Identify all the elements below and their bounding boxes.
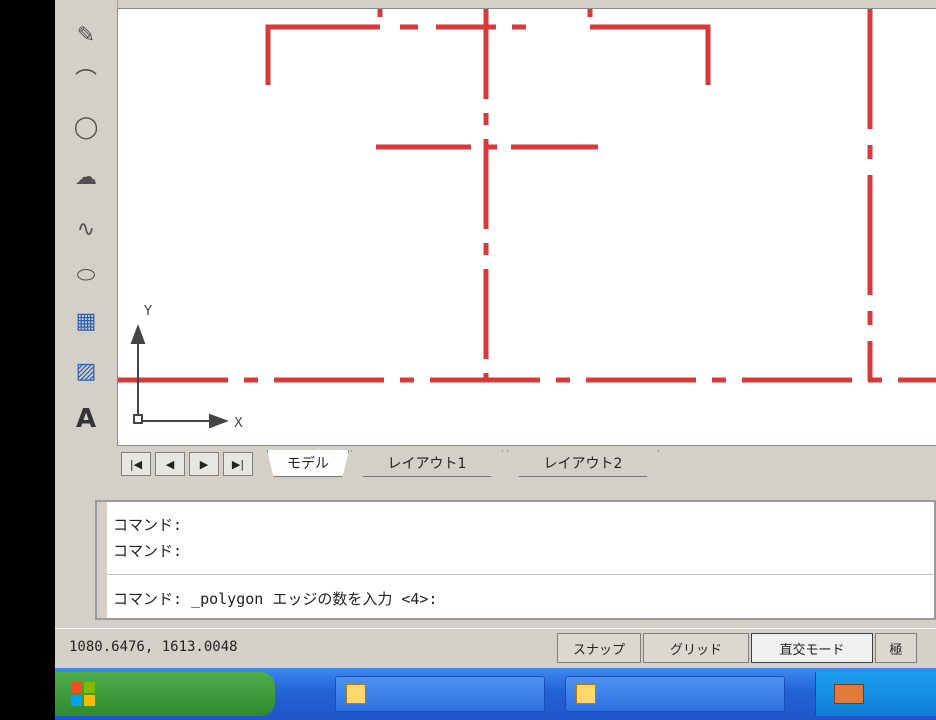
- command-history-line: コマンド:: [113, 516, 183, 534]
- drawing-canvas[interactable]: Y X: [117, 8, 936, 446]
- layout-tab-bar: |◀ ◀ ▶ ▶| モデル レイアウト1 レイアウト2: [117, 446, 936, 482]
- command-window: コマンド: コマンド: コマンド: _polygon エッジの数を入力 <4>:: [95, 500, 936, 620]
- snap-toggle[interactable]: スナップ: [557, 633, 641, 663]
- arc-icon[interactable]: ⌒: [69, 62, 103, 96]
- ucs-y-label: Y: [143, 304, 152, 319]
- taskbar-window-button[interactable]: [565, 676, 785, 712]
- command-history-line: コマンド:: [113, 542, 183, 560]
- command-separator: [107, 574, 934, 575]
- drawing-svg: Y X: [118, 9, 936, 431]
- tab-layout2[interactable]: レイアウト2: [507, 450, 659, 477]
- window-icon: [346, 684, 366, 704]
- polar-toggle[interactable]: 極: [875, 633, 917, 663]
- grid-toggle[interactable]: グリッド: [643, 633, 749, 663]
- tab-model[interactable]: モデル: [267, 450, 349, 477]
- centerlines: [118, 9, 936, 383]
- tab-layout1[interactable]: レイアウト1: [351, 450, 503, 477]
- coordinate-readout: 1080.6476, 1613.0048: [69, 639, 238, 655]
- next-tab-button[interactable]: ▶: [189, 452, 219, 476]
- first-tab-button[interactable]: |◀: [121, 452, 151, 476]
- command-window-grip[interactable]: [97, 502, 107, 618]
- multiline-text-icon[interactable]: A: [69, 402, 103, 436]
- cad-application-window: ✎ ⌒ ◯ ☁ ∿ ⬭ ▦ ▨ A Y X |◀ ◀ ▶ ▶| モデル レイアウ…: [55, 0, 936, 720]
- draw-toolbar: ✎ ⌒ ◯ ☁ ∿ ⬭ ▦ ▨ A: [55, 0, 118, 450]
- ortho-toggle[interactable]: 直交モード: [751, 633, 873, 663]
- insert-block-icon[interactable]: ▦: [69, 304, 103, 338]
- hatch-icon[interactable]: ▨: [69, 354, 103, 388]
- ucs-icon: [130, 324, 229, 429]
- top-bracket-right: [590, 24, 711, 85]
- windows-flag-icon: [71, 682, 95, 706]
- last-tab-button[interactable]: ▶|: [223, 452, 253, 476]
- tray-icon[interactable]: [834, 684, 864, 704]
- top-bracket-left: [265, 24, 380, 85]
- start-button[interactable]: [55, 672, 275, 716]
- ucs-x-label: X: [234, 416, 243, 431]
- circle-icon[interactable]: ◯: [69, 110, 103, 144]
- status-bar: 1080.6476, 1613.0048 スナップ グリッド 直交モード 極: [55, 628, 936, 669]
- window-icon: [576, 684, 596, 704]
- taskbar: [55, 668, 936, 720]
- taskbar-window-button[interactable]: [335, 676, 545, 712]
- prev-tab-button[interactable]: ◀: [155, 452, 185, 476]
- spline-icon[interactable]: ∿: [69, 212, 103, 246]
- system-tray: [815, 672, 936, 716]
- ellipse-icon[interactable]: ⬭: [69, 258, 103, 292]
- revision-cloud-icon[interactable]: ☁: [69, 160, 103, 194]
- pencil-icon[interactable]: ✎: [69, 18, 103, 52]
- command-input[interactable]: コマンド: _polygon エッジの数を入力 <4>:: [113, 588, 438, 609]
